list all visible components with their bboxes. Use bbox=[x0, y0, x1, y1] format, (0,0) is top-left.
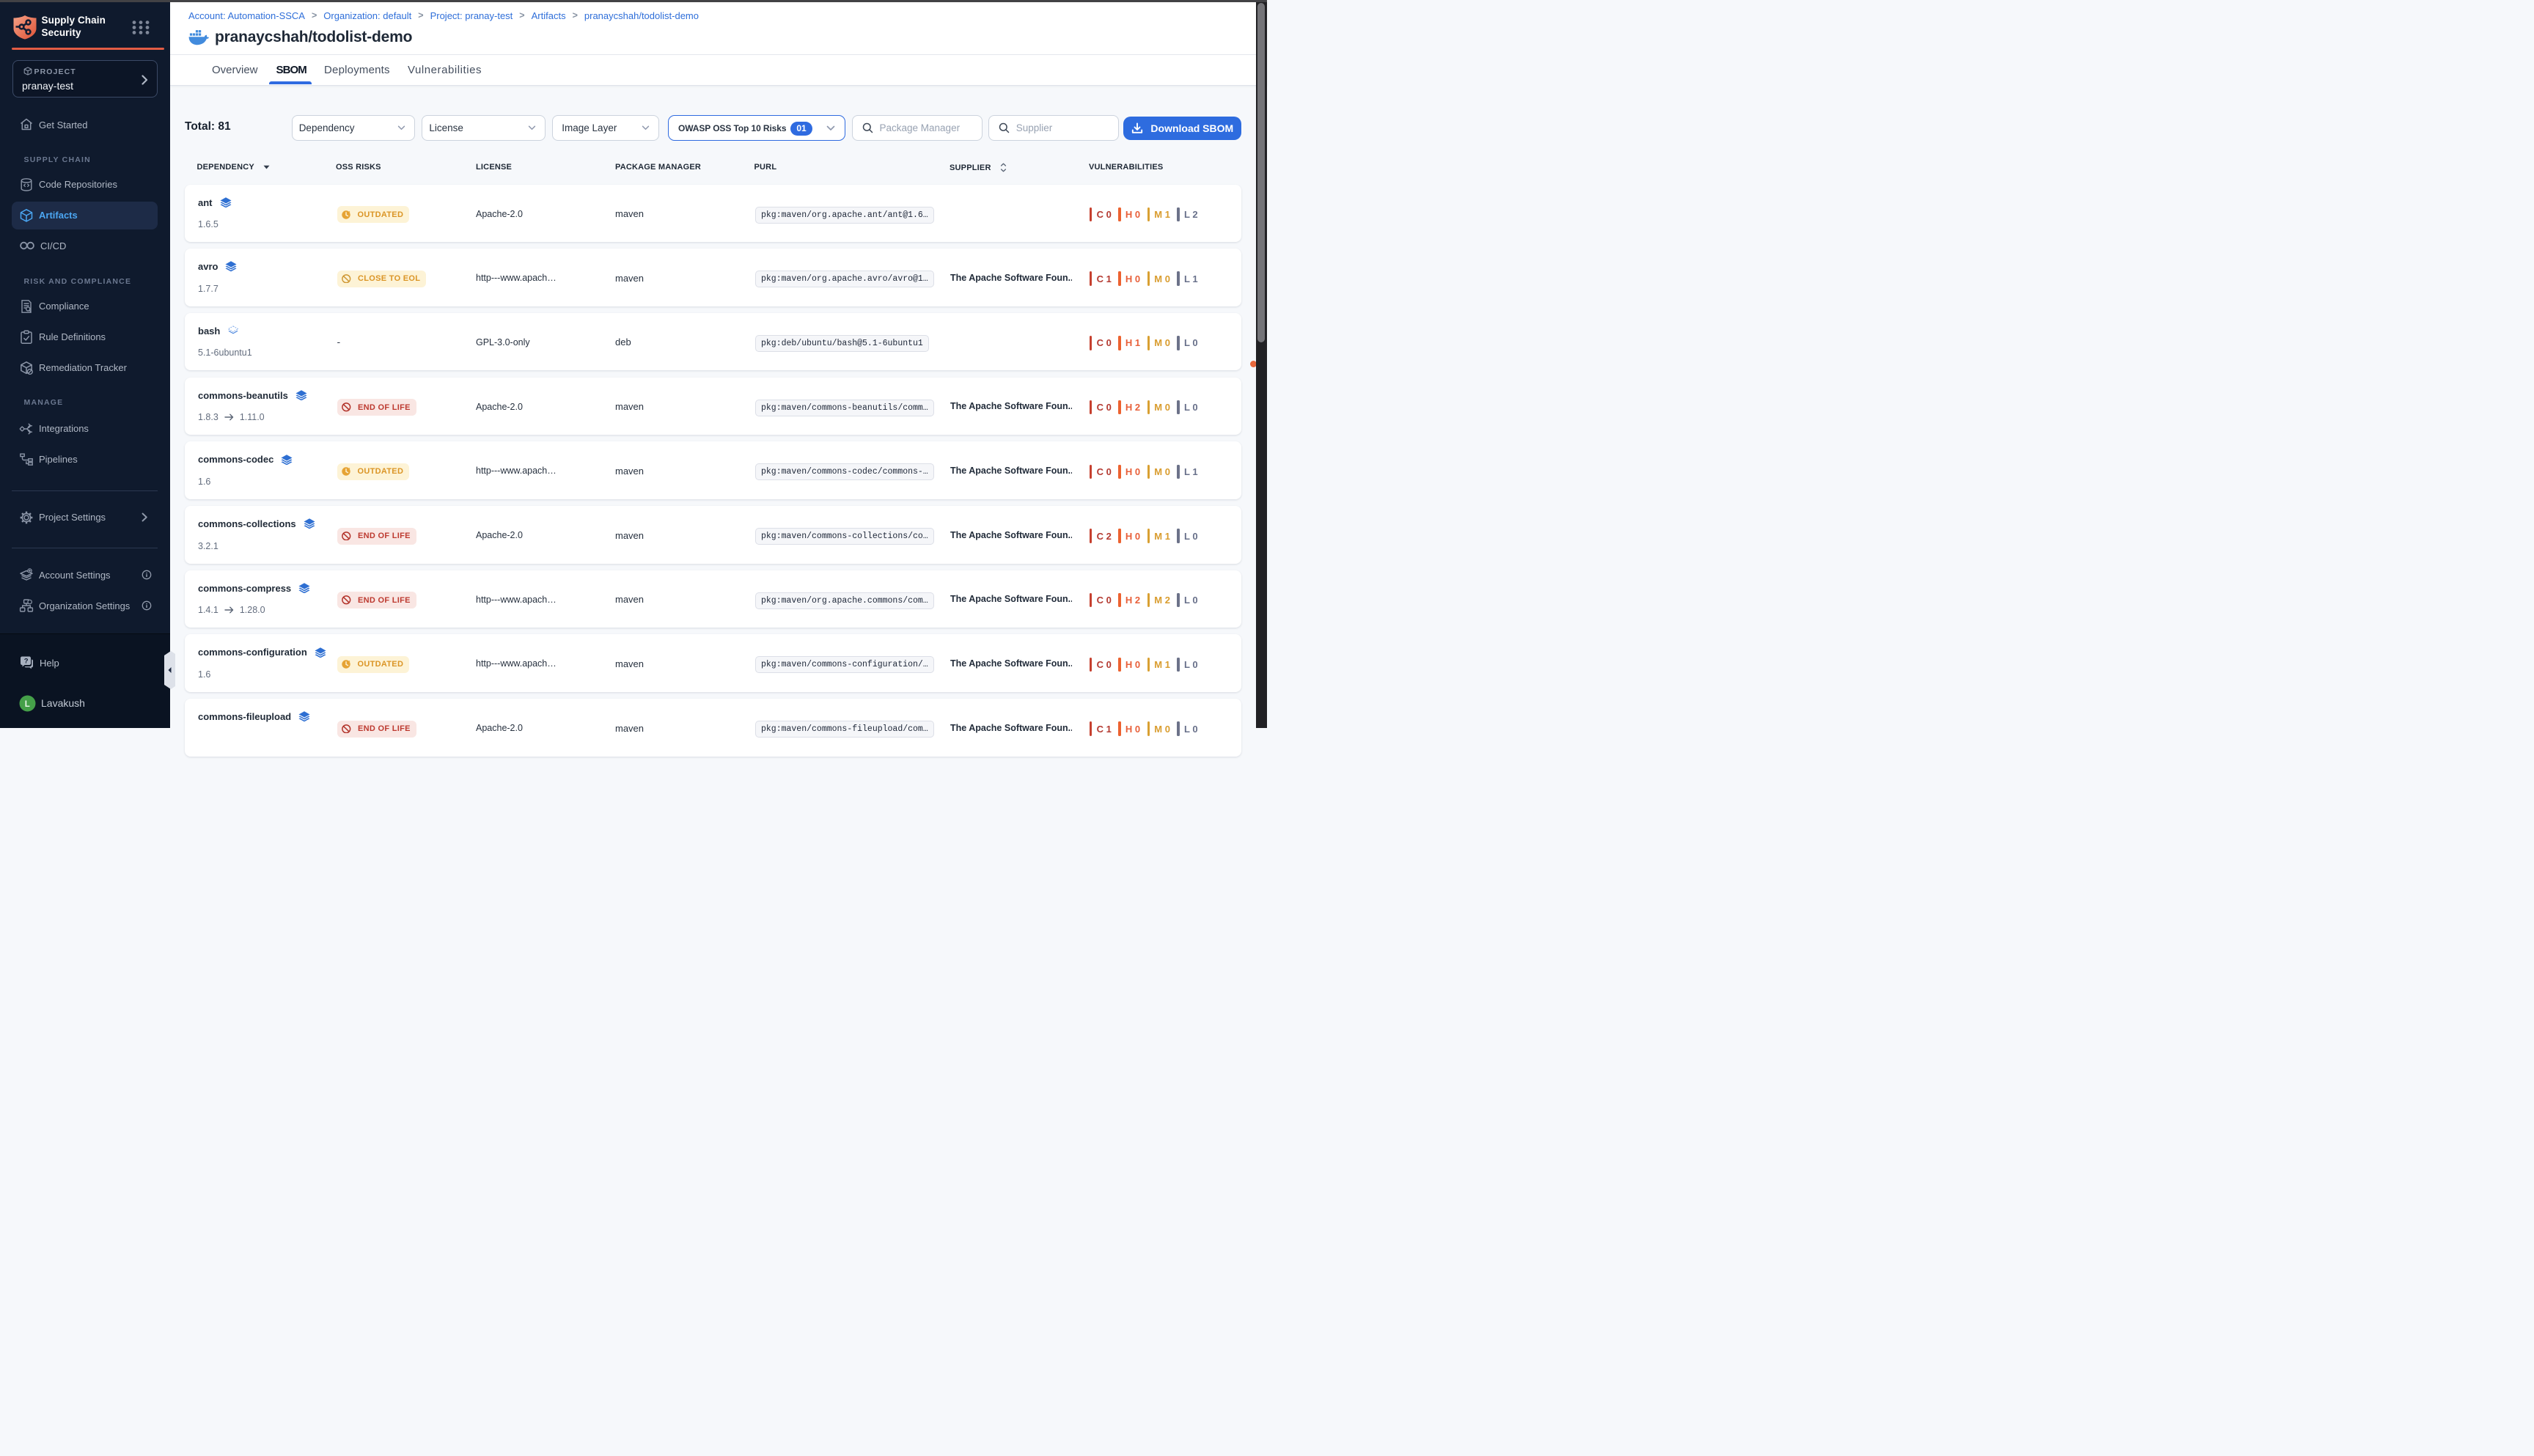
svg-text:?: ? bbox=[24, 658, 29, 666]
svg-text:L: L bbox=[25, 699, 30, 708]
